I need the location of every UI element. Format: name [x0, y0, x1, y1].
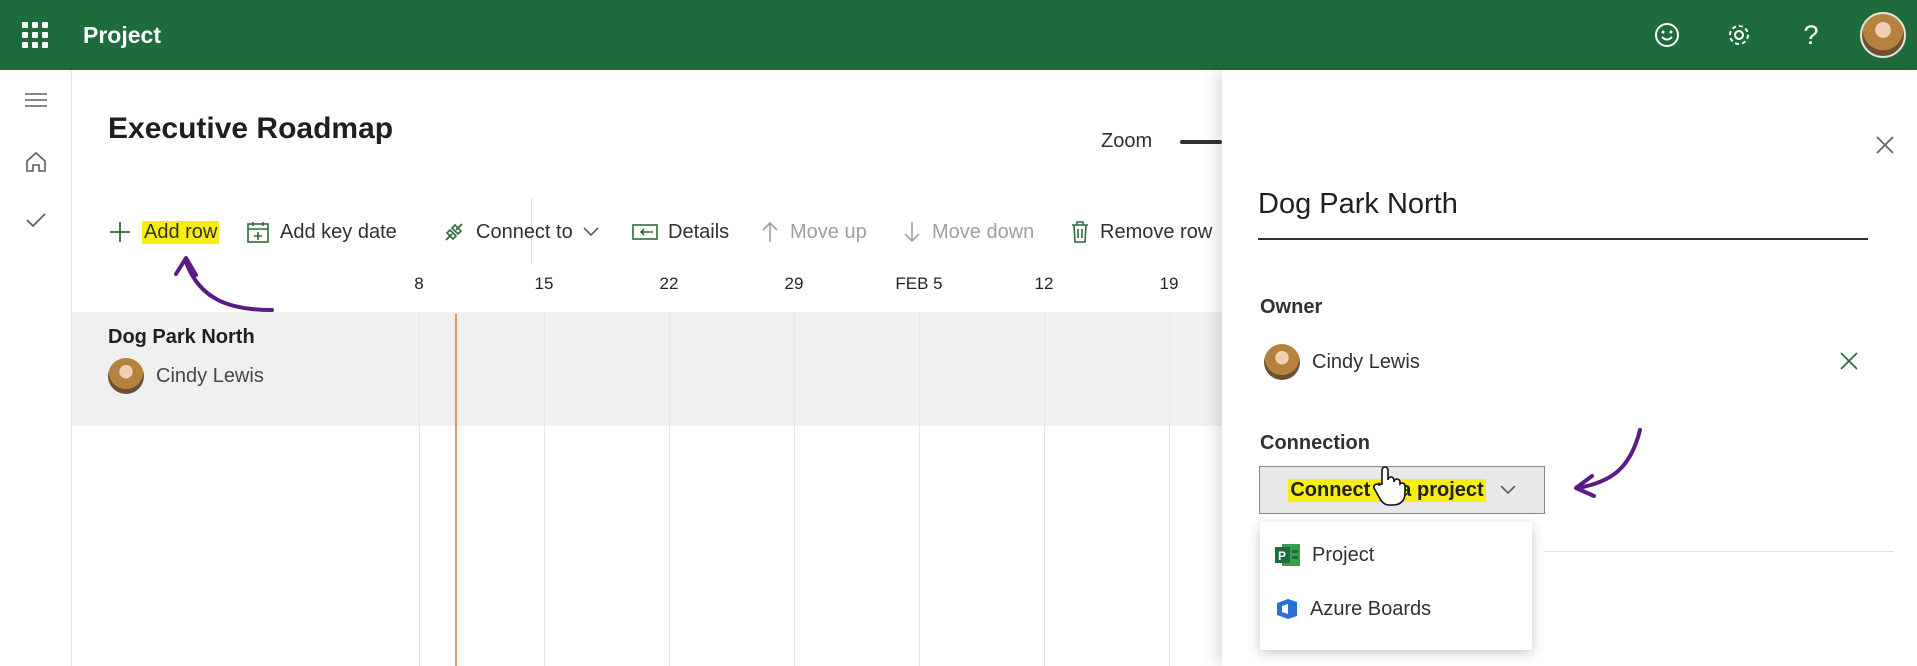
grid-line	[794, 312, 795, 666]
remove-row-label: Remove row	[1100, 220, 1213, 243]
zoom-label: Zoom	[1101, 130, 1153, 152]
add-key-date-button[interactable]: Add key date	[246, 214, 397, 250]
option-project[interactable]: P Project	[1260, 528, 1532, 582]
timeline-date: 19	[1159, 274, 1179, 293]
timeline-date: 29	[784, 274, 804, 293]
move-up-button[interactable]: Move up	[760, 214, 867, 250]
details-label: Details	[668, 220, 730, 243]
panel-title-underline	[1258, 238, 1868, 240]
calendar-add-icon	[247, 222, 269, 243]
option-azure-boards[interactable]: Azure Boards	[1260, 582, 1532, 636]
option-azure-boards-label: Azure Boards	[1310, 597, 1432, 620]
details-icon	[632, 224, 658, 240]
timeline-date: 12	[1034, 274, 1054, 293]
move-up-label: Move up	[790, 220, 867, 243]
move-down-button[interactable]: Move down	[902, 214, 1034, 250]
help-icon[interactable]: ?	[1796, 20, 1826, 50]
connect-to-project-label: Connect to a project	[1288, 478, 1486, 502]
waffle-icon[interactable]	[22, 22, 48, 48]
menu-icon[interactable]	[18, 82, 54, 118]
link-icon	[445, 223, 463, 241]
user-avatar[interactable]	[1860, 12, 1906, 58]
today-marker	[455, 314, 457, 666]
grid-line	[1169, 312, 1170, 666]
row-owner-name: Cindy Lewis	[156, 364, 264, 387]
row-owner: Cindy Lewis	[108, 358, 264, 394]
owner-row: Cindy Lewis	[1264, 344, 1420, 380]
zoom-slider[interactable]	[1180, 140, 1222, 144]
home-icon[interactable]	[18, 144, 54, 180]
divider	[1544, 551, 1894, 552]
close-icon[interactable]	[1870, 130, 1900, 160]
left-rail	[0, 70, 72, 666]
grid-line	[919, 312, 920, 666]
arrow-up-icon	[762, 221, 778, 242]
add-row-label: Add row	[142, 220, 220, 244]
timeline-date: FEB 5	[895, 274, 943, 293]
app-header: Project ?	[0, 0, 1917, 70]
connection-label: Connection	[1260, 432, 1370, 454]
connect-to-label: Connect to	[476, 220, 573, 243]
connect-to-button[interactable]: Connect to	[442, 214, 599, 250]
check-icon[interactable]	[18, 202, 54, 238]
page-title: Executive Roadmap	[108, 112, 394, 145]
grid-line	[669, 312, 670, 666]
timeline-date: 22	[659, 274, 679, 293]
grid-line	[1044, 312, 1045, 666]
chevron-down-icon	[1500, 485, 1516, 495]
connect-to-project-dropdown[interactable]: Connect to a project	[1259, 466, 1545, 514]
add-key-date-label: Add key date	[280, 220, 397, 243]
svg-text:P: P	[1278, 549, 1286, 563]
details-button[interactable]: Details	[632, 214, 729, 250]
trash-icon	[1072, 221, 1088, 243]
smiley-icon[interactable]	[1652, 20, 1682, 50]
grid-line	[544, 312, 545, 666]
move-down-label: Move down	[932, 220, 1035, 243]
app-name[interactable]: Project	[83, 22, 161, 49]
chevron-down-icon	[583, 227, 599, 237]
gear-icon[interactable]	[1724, 20, 1754, 50]
add-row-button[interactable]: Add row	[108, 214, 220, 250]
plus-icon	[110, 222, 130, 242]
azure-boards-icon	[1277, 599, 1297, 619]
avatar	[108, 358, 144, 394]
panel-title[interactable]: Dog Park North	[1258, 188, 1458, 221]
remove-row-button[interactable]: Remove row	[1070, 214, 1212, 250]
timeline-date: 15	[534, 274, 554, 293]
connect-options-menu: P Project Azure Boards	[1260, 522, 1532, 650]
remove-owner-icon[interactable]	[1836, 348, 1862, 374]
arrow-down-icon	[904, 222, 920, 243]
row-title[interactable]: Dog Park North	[108, 326, 255, 349]
owner-label: Owner	[1260, 296, 1323, 318]
owner-name: Cindy Lewis	[1312, 350, 1420, 373]
grid-line	[419, 312, 420, 666]
timeline-date: 8	[414, 274, 424, 293]
avatar	[1264, 344, 1300, 380]
project-icon: P	[1275, 544, 1300, 566]
option-project-label: Project	[1312, 543, 1375, 566]
